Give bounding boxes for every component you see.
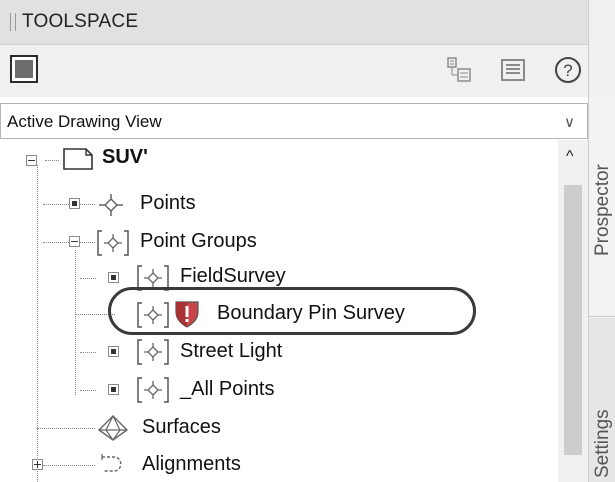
view-cube-button[interactable] [10, 55, 38, 83]
tree-scrollbar[interactable]: ^ [558, 140, 588, 482]
tab-prospector[interactable]: Prospector [589, 96, 615, 317]
expand-toggle[interactable] [108, 384, 119, 395]
tree-root-label[interactable]: SUV' [102, 146, 148, 174]
view-cube-icon [15, 60, 33, 78]
help-label: ? [563, 61, 572, 80]
surface-icon [97, 415, 129, 441]
tree-item-point-groups[interactable]: Point Groups [140, 230, 257, 258]
tree-connector-line [37, 428, 95, 429]
tab-prospector-label: Prospector [592, 164, 613, 256]
tree-item-alignments[interactable]: Alignments [142, 453, 241, 481]
panel-title: TOOLSPACE [22, 11, 139, 32]
collapse-toggle[interactable] [26, 155, 37, 166]
tree-item-surfaces[interactable]: Surfaces [142, 416, 221, 444]
expand-toggle[interactable] [108, 272, 119, 283]
tree-connector-line [80, 278, 96, 279]
side-tab-strip: Prospector Settings [588, 0, 615, 482]
expand-toggle[interactable] [32, 459, 43, 470]
tree-item-street-light[interactable]: Street Light [180, 340, 282, 368]
tree-item-all-points[interactable]: _All Points [180, 378, 275, 406]
tree-connector-line [80, 352, 96, 353]
grip-handle-icon[interactable] [10, 13, 16, 31]
panel-icon[interactable] [499, 55, 527, 85]
alignment-icon [101, 454, 122, 472]
chevron-down-icon: ∨ [564, 114, 575, 131]
scroll-up-arrow-icon[interactable]: ^ [566, 148, 574, 166]
tree-connector-line [75, 250, 76, 395]
tree-connector-line [43, 465, 95, 466]
highlight-outline [108, 287, 476, 335]
tab-settings[interactable]: Settings [589, 318, 615, 482]
view-dropdown-value: Active Drawing View [7, 112, 162, 131]
point-group-icon [137, 339, 169, 365]
point-icon [99, 194, 123, 216]
tab-settings-label: Settings [592, 409, 613, 478]
collapse-toggle[interactable] [69, 236, 80, 247]
expand-tree-icon[interactable] [446, 55, 474, 85]
scroll-thumb[interactable] [564, 185, 582, 455]
expand-toggle[interactable] [69, 198, 80, 209]
tree-connector-line [37, 165, 38, 482]
help-icon[interactable]: ? [553, 55, 583, 85]
expand-toggle[interactable] [108, 346, 119, 357]
drawing-file-icon [63, 148, 93, 170]
tree-connector-line [45, 160, 59, 161]
point-group-icon [137, 377, 169, 403]
tree-item-points[interactable]: Points [140, 192, 196, 220]
tree-connector-line [80, 390, 96, 391]
point-group-icon [97, 230, 129, 256]
view-dropdown[interactable]: Active Drawing View ∨ [0, 103, 588, 139]
toolspace-header: TOOLSPACE [0, 0, 588, 45]
